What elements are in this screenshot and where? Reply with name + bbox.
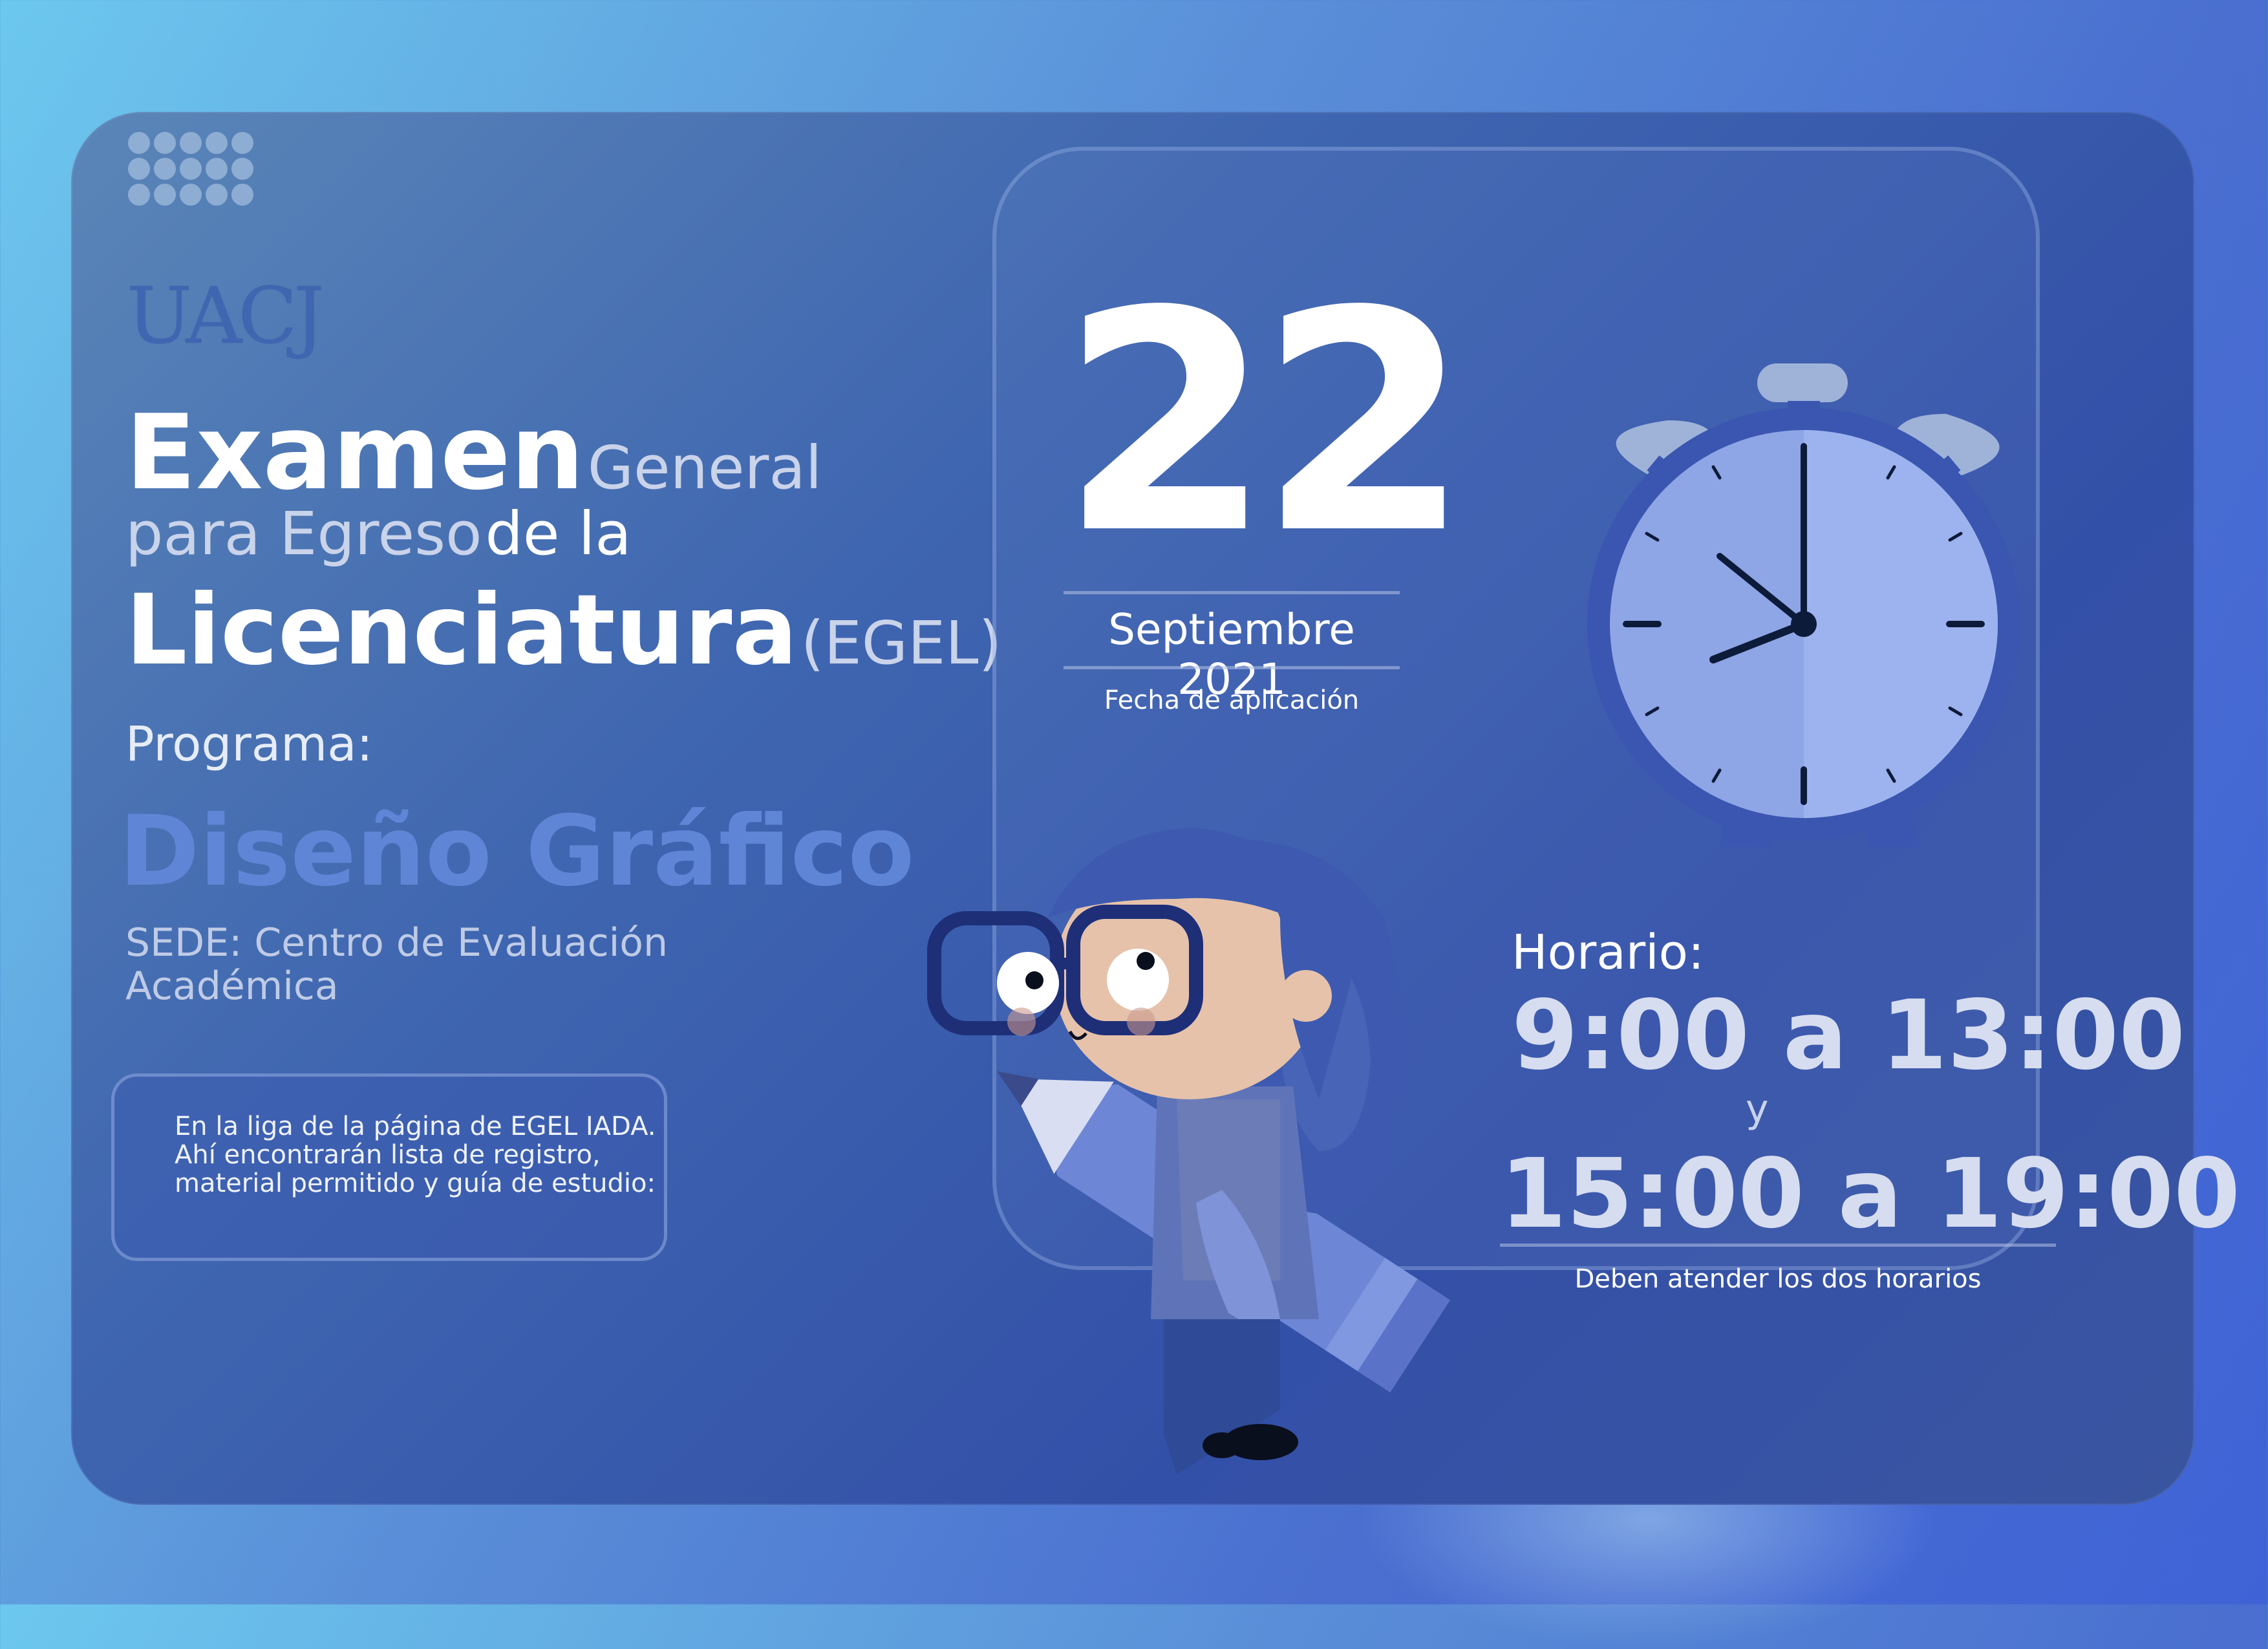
note-line-3: material permitido y guía de estudio: — [175, 1169, 656, 1198]
sede-text: SEDE: Centro de Evaluación Académica — [125, 920, 669, 1009]
program-label: Programa: — [125, 717, 373, 772]
title-word-general: General — [587, 433, 822, 502]
date-caption: Fecha de aplicación — [1104, 685, 1360, 715]
exam-day: 22 — [1060, 246, 1470, 600]
divider-bottom — [1064, 666, 1400, 669]
dot-grid-icon — [128, 132, 257, 206]
student-with-pencil-illustration — [927, 828, 1450, 1474]
title-line-2: para Egreso de la — [125, 504, 632, 564]
schedule-slot-1: 9:00 a 13:00 — [1512, 980, 2186, 1091]
title-word-examen: Examen — [125, 392, 584, 513]
title-de-la: de la — [485, 499, 632, 568]
title-word-licenciatura: Licenciatura — [125, 574, 798, 687]
schedule-divider — [1500, 1244, 2056, 1247]
uacj-logo: UACJ — [127, 272, 325, 361]
alarm-clock-icon — [1587, 363, 2020, 847]
schedule-label: Horario: — [1512, 925, 1704, 980]
schedule-slot-2: 15:00 a 19:00 — [1500, 1138, 2241, 1249]
note-text: En la liga de la página de EGEL IADA. Ah… — [175, 1112, 666, 1198]
title-para-egreso: para Egreso — [125, 499, 482, 568]
title-word-egel: (EGEL) — [800, 609, 1002, 678]
title-line-1: Examen General — [125, 401, 822, 504]
divider-top — [1064, 591, 1400, 594]
note-line-1: En la liga de la página de EGEL IADA. — [175, 1112, 656, 1141]
note-line-2: Ahí encontrarán lista de registro, — [175, 1140, 601, 1170]
schedule-caption: Deben atender los dos horarios — [1574, 1264, 1982, 1294]
schedule-connector: y — [1746, 1086, 1769, 1132]
program-value: Diseño Gráfico — [119, 795, 915, 908]
title-line-3: Licenciatura (EGEL) — [125, 582, 1001, 679]
